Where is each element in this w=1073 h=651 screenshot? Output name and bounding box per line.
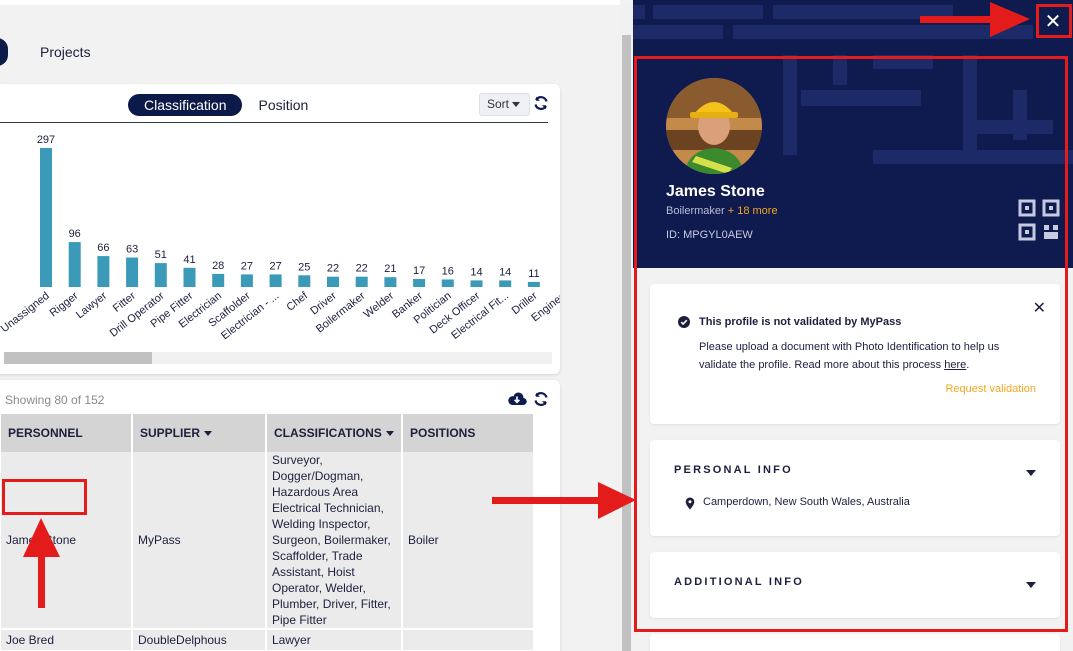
column-header-positions[interactable]: POSITIONS bbox=[402, 414, 535, 452]
chart-bar[interactable] bbox=[499, 280, 512, 287]
chart-bar[interactable] bbox=[413, 279, 426, 287]
cell-positions: Boiler bbox=[402, 452, 535, 630]
next-info-card bbox=[650, 634, 1060, 651]
chart-data-label: 96 bbox=[69, 228, 81, 240]
chart-data-label: 21 bbox=[384, 263, 396, 275]
highlight-james-stone bbox=[2, 479, 87, 515]
chart-data-label: 16 bbox=[442, 266, 454, 278]
chart-bar[interactable] bbox=[183, 267, 196, 287]
table-header-row: PERSONNEL SUPPLIER CLASSIFICATIONS POSIT… bbox=[1, 414, 535, 452]
chart-bar[interactable] bbox=[126, 257, 139, 288]
cell-classifications: Surveyor, Dogger/Dogman, Hazardous Area … bbox=[266, 452, 403, 630]
chart-scrollbar[interactable] bbox=[4, 352, 552, 364]
chart-bar[interactable] bbox=[327, 276, 339, 287]
column-header-supplier[interactable]: SUPPLIER bbox=[132, 414, 267, 452]
personnel-table-card: Showing 80 of 152 PERSONNEL SUPPLIER CLA… bbox=[0, 380, 560, 651]
cell-supplier: MyPass bbox=[132, 452, 267, 630]
classification-bar-chart: 297Unassigned96Rigger66Lawyer63Fitter51D… bbox=[0, 134, 560, 342]
chart-data-label: 25 bbox=[298, 261, 310, 273]
pattern-block bbox=[733, 25, 1033, 39]
showing-count: Showing 80 of 152 bbox=[5, 393, 105, 407]
chart-bar[interactable] bbox=[212, 273, 225, 287]
column-header-personnel[interactable]: PERSONNEL bbox=[1, 414, 133, 452]
chart-data-label: 41 bbox=[183, 254, 195, 266]
highlight-close-button bbox=[1036, 4, 1072, 38]
nav-projects-link[interactable]: Projects bbox=[40, 44, 91, 60]
chart-data-label: 63 bbox=[126, 244, 138, 256]
page-scrollbar-thumb[interactable] bbox=[622, 35, 631, 651]
chart-bar[interactable] bbox=[470, 280, 483, 287]
pattern-block bbox=[633, 5, 645, 19]
personnel-table: PERSONNEL SUPPLIER CLASSIFICATIONS POSIT… bbox=[1, 414, 535, 651]
sort-caret-icon bbox=[385, 431, 394, 437]
chart-data-label: 14 bbox=[470, 266, 482, 278]
chart-data-label: 22 bbox=[327, 263, 339, 275]
cell-positions bbox=[402, 629, 535, 651]
chart-data-label: 66 bbox=[97, 242, 109, 254]
cloud-download-icon[interactable] bbox=[507, 391, 527, 407]
chart-data-label: 27 bbox=[269, 260, 281, 272]
chart-tick-label: Welder bbox=[362, 290, 397, 321]
chart-bar[interactable] bbox=[97, 256, 110, 287]
chart-data-label: 51 bbox=[155, 249, 167, 261]
cell-classifications: Lawyer bbox=[266, 629, 403, 651]
chart-bar[interactable] bbox=[298, 275, 311, 287]
chart-data-label: 22 bbox=[356, 263, 368, 275]
chart-bar[interactable] bbox=[40, 148, 52, 287]
chart-data-label: 28 bbox=[212, 260, 224, 272]
chart-tick-label: Lawyer bbox=[74, 290, 110, 321]
chart-bar[interactable] bbox=[527, 281, 540, 287]
chart-data-label: 27 bbox=[241, 260, 253, 272]
chart-data-label: 17 bbox=[413, 265, 425, 277]
top-strip bbox=[0, 0, 620, 5]
chart-data-label: 11 bbox=[528, 268, 539, 280]
pattern-block bbox=[633, 25, 723, 39]
chart-bar[interactable] bbox=[240, 274, 253, 287]
sort-caret-icon bbox=[204, 431, 213, 437]
chart-scrollbar-thumb[interactable] bbox=[4, 352, 152, 364]
column-header-classifications[interactable]: CLASSIFICATIONS bbox=[266, 414, 403, 452]
chart-bar[interactable] bbox=[355, 276, 368, 287]
chart-data-label: 14 bbox=[499, 266, 511, 278]
classification-chart-card: Classification Position Sort 297 Unassign… bbox=[0, 84, 560, 374]
page-scrollbar[interactable] bbox=[620, 5, 633, 651]
chart-bar[interactable] bbox=[384, 277, 397, 287]
chart-bar[interactable] bbox=[68, 242, 81, 287]
pattern-block bbox=[653, 5, 763, 19]
highlight-profile-panel bbox=[634, 56, 1068, 632]
chart-bar[interactable] bbox=[269, 274, 282, 287]
chart-tick-label: Chef bbox=[284, 289, 310, 313]
pattern-block bbox=[773, 5, 953, 19]
table-refresh-icon[interactable] bbox=[533, 391, 549, 407]
chart-data-label: 297 bbox=[37, 134, 55, 146]
cell-supplier: DoubleDelphous bbox=[132, 629, 267, 651]
nav-pill[interactable] bbox=[0, 38, 8, 66]
cell-personnel[interactable]: Joe Bred bbox=[1, 629, 133, 651]
chart-bar[interactable] bbox=[154, 263, 167, 287]
app-root: Projects Classification Position Sort 29… bbox=[0, 0, 1073, 651]
chart-bar[interactable] bbox=[441, 279, 454, 288]
chart-tick-label: Unassigned bbox=[0, 290, 52, 335]
table-row[interactable]: Joe Bred DoubleDelphous Lawyer bbox=[1, 629, 535, 651]
